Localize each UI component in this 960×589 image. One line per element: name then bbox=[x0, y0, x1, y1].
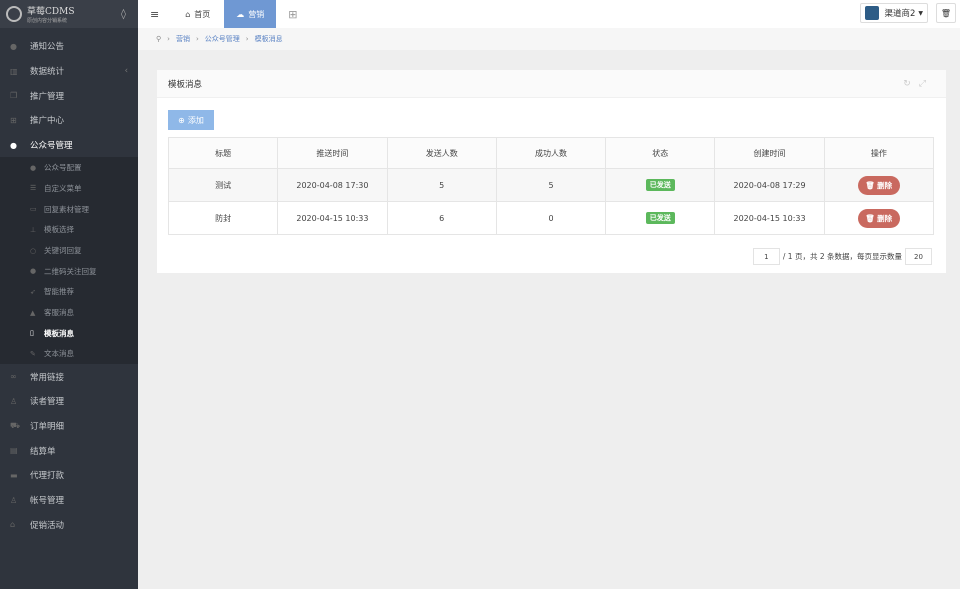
wechat-icon: ● bbox=[10, 140, 17, 150]
delete-button[interactable]: 🗑 删除 bbox=[857, 175, 901, 195]
home-icon: ⌂ bbox=[185, 9, 191, 19]
add-button[interactable]: ⊕ 添加 bbox=[168, 110, 214, 130]
chevron-left-icon: ‹ bbox=[124, 66, 128, 77]
rocket-icon: ➶ bbox=[30, 287, 36, 296]
logo-icon bbox=[6, 6, 22, 22]
cloud-icon: ☁ bbox=[236, 9, 245, 19]
trash-icon: 🗑 bbox=[865, 213, 878, 223]
tab-marketing[interactable]: ☁ 营销 bbox=[224, 0, 277, 28]
tab-home[interactable]: ⌂ 首页 bbox=[171, 0, 224, 28]
breadcrumb: ⚲ › 营销 › 公众号管理 › 模板消息 bbox=[138, 28, 960, 50]
status-badge: 已发送 bbox=[645, 212, 675, 224]
sub-item-config[interactable]: ● 公众号配置 bbox=[0, 157, 138, 178]
template-message-table: 标题 推送时间 发送人数 成功人数 状态 创建时间 操作 测试 2020-04-… bbox=[167, 137, 935, 235]
sidebar-item-promo-center[interactable]: ⊞ 推广中心 bbox=[0, 108, 138, 133]
sub-item-recommend[interactable]: ➶ 智能推荐 bbox=[0, 282, 138, 303]
copy-icon: ❐ bbox=[10, 91, 18, 101]
user-gear-icon: ♙ bbox=[10, 495, 18, 505]
table-row: 防封 2020-04-15 10:33 6 0 已发送 2020-04-15 1… bbox=[167, 201, 935, 235]
pager-text: / 1 页，共 2 条数据，每页显示数量 bbox=[782, 252, 902, 261]
file-icon: ▯ bbox=[30, 329, 34, 338]
clear-cache-button[interactable]: 🗑 bbox=[936, 3, 956, 23]
table-row: 测试 2020-04-08 17:30 5 5 已发送 2020-04-08 1… bbox=[167, 168, 935, 202]
col-actions: 操作 bbox=[823, 137, 935, 169]
sidebar-item-settlement[interactable]: ▤ 结算单 bbox=[0, 438, 138, 463]
sitemap-icon: ⊥ bbox=[30, 225, 37, 234]
sub-item-qrcode[interactable]: ● 二维码关注回复 bbox=[0, 261, 138, 282]
sitemap-icon: ⊞ bbox=[10, 115, 17, 125]
sub-item-menu[interactable]: ☰ 自定义菜单 bbox=[0, 178, 138, 199]
plus-circle-icon: ⊕ bbox=[178, 115, 185, 125]
sub-item-service[interactable]: ▲ 客服消息 bbox=[0, 302, 138, 323]
sidebar-item-notice[interactable]: ● 通知公告 bbox=[0, 34, 138, 59]
delete-button[interactable]: 🗑 删除 bbox=[857, 208, 901, 228]
bar-chart-icon: ▥ bbox=[10, 66, 18, 76]
sub-item-text-msg[interactable]: ✎ 文本消息 bbox=[0, 344, 138, 365]
cart-icon: ⛟ bbox=[10, 421, 21, 431]
grid-icon[interactable]: ⊞ bbox=[276, 0, 309, 28]
page-size-input[interactable]: 20 bbox=[905, 248, 932, 265]
trash-icon: 🗑 bbox=[865, 180, 878, 190]
expand-icon[interactable]: ⤢ bbox=[919, 79, 934, 89]
breadcrumb-marketing[interactable]: 营销 bbox=[176, 34, 190, 44]
panel-title: 模板消息 bbox=[168, 79, 203, 90]
col-status: 状态 bbox=[605, 137, 716, 169]
sub-item-material[interactable]: ▭ 回复素材管理 bbox=[0, 199, 138, 220]
col-sent: 发送人数 bbox=[386, 137, 497, 169]
trash-icon: 🗑 bbox=[940, 8, 952, 18]
comment-icon: ● bbox=[30, 267, 37, 276]
sub-item-template-msg[interactable]: ▯ 模板消息 bbox=[0, 323, 138, 344]
sidebar-item-readers[interactable]: ♙ 读者管理 bbox=[0, 389, 138, 414]
user-icon: ▲ bbox=[30, 308, 36, 317]
menu-toggle-icon[interactable]: ≡ bbox=[138, 0, 171, 28]
sub-item-keyword[interactable]: ○ 关键词回复 bbox=[0, 240, 138, 261]
breadcrumb-template[interactable]: 模板消息 bbox=[255, 34, 283, 44]
sidebar-item-account[interactable]: ♙ 帐号管理 bbox=[0, 488, 138, 513]
sidebar-item-promo[interactable]: ❐ 推广管理 bbox=[0, 83, 138, 108]
col-title: 标题 bbox=[167, 137, 279, 169]
breadcrumb-wechat[interactable]: 公众号管理 bbox=[205, 34, 240, 44]
calculator-icon: ▤ bbox=[10, 446, 18, 456]
refresh-icon[interactable]: ↻ bbox=[903, 79, 919, 89]
status-badge: 已发送 bbox=[645, 179, 675, 191]
wechat-submenu: ● 公众号配置 ☰ 自定义菜单 ▭ 回复素材管理 ⊥ 模板选择 ○ 关键词回复 ● 二维码关… bbox=[0, 157, 138, 365]
sidebar-item-wechat[interactable]: ● 公众号管理 bbox=[0, 133, 138, 158]
panel-header: 模板消息 ↻⤢ bbox=[157, 70, 946, 98]
image-icon: ▭ bbox=[30, 205, 37, 214]
panel: 模板消息 ↻⤢ ⊕ 添加 标题 推送时间 发送人数 成功人数 状态 创建时间 操作 … bbox=[157, 70, 946, 273]
list-icon: ☰ bbox=[30, 184, 37, 193]
sidebar-item-orders[interactable]: ⛟ 订单明细 bbox=[0, 414, 138, 439]
topbar: ≡ ⌂ 首页 ☁ 营销 ⊞ 渠道商2 ▼ 🗑 bbox=[138, 0, 960, 28]
link-icon: ∞ bbox=[10, 372, 17, 382]
page-input[interactable]: 1 bbox=[752, 248, 780, 265]
sub-item-template-select[interactable]: ⊥ 模板选择 bbox=[0, 220, 138, 241]
bank-icon: ⌂ bbox=[10, 520, 16, 530]
theme-drop-icon[interactable]: ◊ bbox=[121, 9, 126, 20]
col-push-time: 推送时间 bbox=[277, 137, 388, 169]
caret-down-icon: ▼ bbox=[918, 9, 923, 17]
channel-dropdown[interactable]: 渠道商2 ▼ bbox=[860, 3, 928, 23]
pagination: 1 / 1 页，共 2 条数据，每页显示数量 20 bbox=[750, 248, 935, 265]
sidebar-item-promotion[interactable]: ⌂ 促销活动 bbox=[0, 512, 138, 537]
sidebar-item-payment[interactable]: ▬ 代理打款 bbox=[0, 463, 138, 488]
user-icon: ♙ bbox=[10, 396, 18, 406]
comment-icon: ● bbox=[10, 41, 17, 51]
col-success: 成功人数 bbox=[495, 137, 607, 169]
col-created: 创建时间 bbox=[714, 137, 825, 169]
keyboard-icon: ▬ bbox=[10, 470, 18, 480]
sidebar-item-links[interactable]: ∞ 常用链接 bbox=[0, 364, 138, 389]
edit-icon: ✎ bbox=[30, 349, 36, 358]
wechat-icon: ● bbox=[30, 163, 37, 172]
map-marker-icon: ⚲ bbox=[156, 35, 162, 43]
sidebar: 草莓CDMS 原创内容分销系统 ◊ ● 通知公告 ▥ 数据统计 ‹ ❐ 推广管理 ⊞ 推广中… bbox=[0, 0, 138, 589]
sidebar-item-stats[interactable]: ▥ 数据统计 ‹ bbox=[0, 59, 138, 84]
avatar bbox=[865, 6, 880, 20]
comments-icon: ○ bbox=[30, 246, 37, 255]
logo: 草莓CDMS 原创内容分销系统 ◊ bbox=[0, 0, 138, 28]
